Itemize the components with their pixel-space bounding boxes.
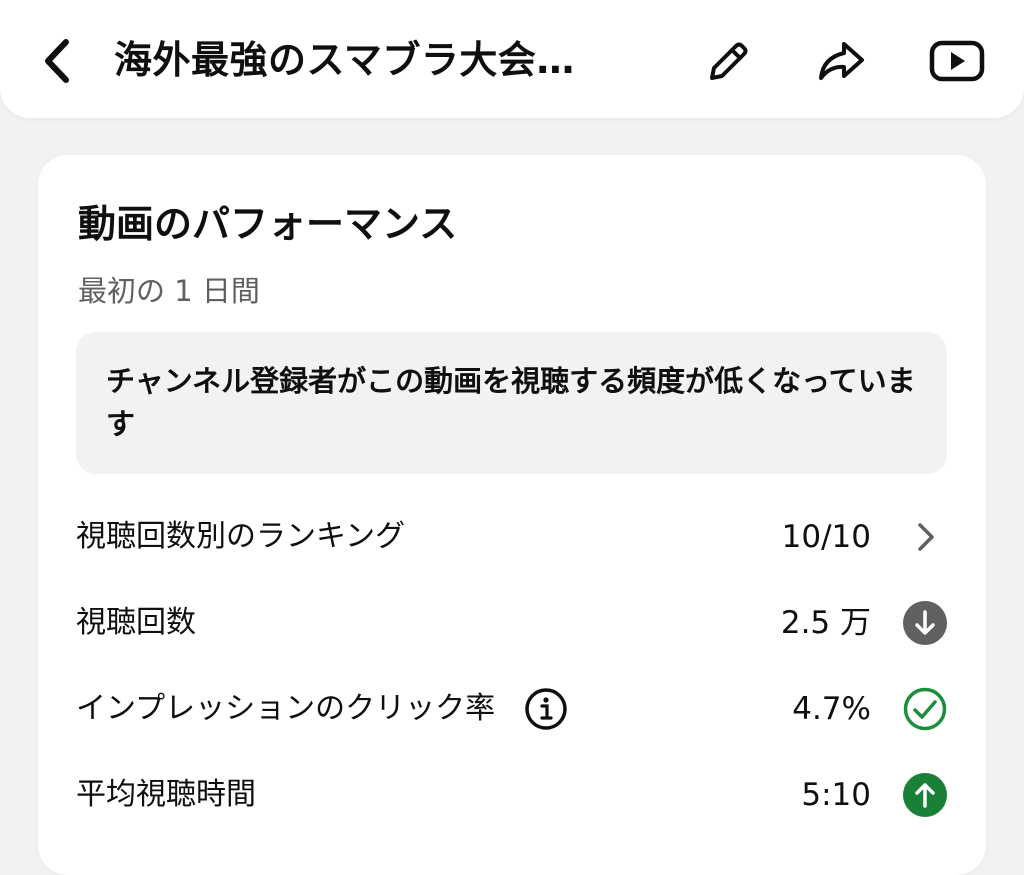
down-arrow-icon bbox=[903, 601, 947, 645]
youtube-play-icon bbox=[929, 40, 985, 82]
share-button[interactable] bbox=[814, 34, 868, 88]
chevron-right-icon bbox=[903, 515, 947, 559]
check-circle-icon bbox=[903, 687, 947, 731]
info-icon bbox=[525, 688, 567, 730]
views-row: 視聴回数 2.5 万 bbox=[76, 593, 947, 653]
avg-watch-time-value: 5:10 bbox=[801, 777, 871, 813]
video-title: 海外最強のスマブラ大会… bbox=[114, 38, 575, 82]
period-label: 最初の 1 日間 bbox=[78, 274, 260, 308]
ranking-row[interactable]: 視聴回数別のランキング 10/10 bbox=[76, 507, 947, 567]
edit-button[interactable] bbox=[700, 34, 754, 88]
chevron-left-icon bbox=[45, 39, 69, 83]
top-app-bar: 海外最強のスマブラ大会… bbox=[0, 0, 1024, 118]
ctr-row: インプレッションのクリック率 4.7% bbox=[76, 679, 947, 739]
views-label: 視聴回数 bbox=[76, 605, 196, 640]
ctr-value: 4.7% bbox=[792, 691, 871, 727]
back-button[interactable] bbox=[34, 34, 80, 88]
info-button[interactable] bbox=[523, 686, 569, 732]
share-icon bbox=[819, 42, 864, 80]
views-value: 2.5 万 bbox=[780, 605, 871, 641]
avg-watch-time-label: 平均視聴時間 bbox=[76, 777, 256, 812]
youtube-button[interactable] bbox=[928, 34, 986, 88]
ctr-label: インプレッションのクリック率 bbox=[76, 691, 496, 726]
insight-text: チャンネル登録者がこの動画を視聴する頻度が低くなっています bbox=[106, 364, 916, 441]
avg-watch-time-row: 平均視聴時間 5:10 bbox=[76, 765, 947, 825]
ranking-label: 視聴回数別のランキング bbox=[76, 519, 406, 554]
ranking-value: 10/10 bbox=[781, 519, 871, 555]
video-performance-card: 動画のパフォーマンス 最初の 1 日間 チャンネル登録者がこの動画を視聴する頻度… bbox=[38, 155, 986, 875]
pencil-icon bbox=[710, 42, 748, 80]
insight-box: チャンネル登録者がこの動画を視聴する頻度が低くなっています bbox=[76, 332, 947, 474]
up-arrow-icon bbox=[903, 773, 947, 817]
card-title: 動画のパフォーマンス bbox=[78, 202, 458, 246]
